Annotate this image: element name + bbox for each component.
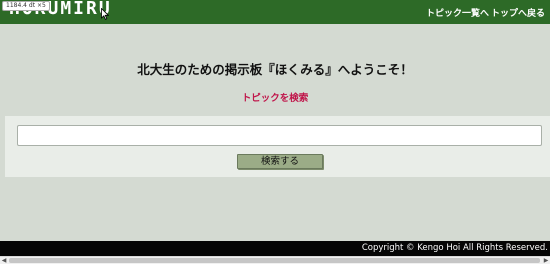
search-section-title: トピックを検索 — [241, 93, 309, 104]
scrollbar-thumb[interactable] — [9, 258, 540, 263]
scroll-right-arrow-icon[interactable]: ▶ — [542, 257, 550, 264]
navbar: HOKUMIRU 1184.4 dt ×5 トピック一覧へ トップへ戻る — [0, 0, 550, 24]
search-button[interactable]: 検索する — [237, 154, 323, 169]
search-panel: 検索する — [5, 116, 550, 177]
size-tooltip: 1184.4 dt ×5 — [2, 1, 50, 11]
search-input[interactable] — [17, 125, 542, 146]
welcome-heading: 北大生のための掲示板『ほくみる』へようこそ！ — [137, 62, 413, 77]
footer: Copyright © Kengo Hoi All Rights Reserve… — [0, 241, 550, 256]
nav-back-to-top-link[interactable]: トップへ戻る — [491, 6, 545, 19]
nav-topic-list-link[interactable]: トピック一覧へ — [426, 6, 489, 19]
scroll-left-arrow-icon[interactable]: ◀ — [0, 257, 8, 264]
mouse-pointer-icon — [101, 8, 109, 20]
horizontal-scrollbar[interactable]: ◀ ▶ — [0, 256, 550, 264]
copyright-text: Copyright © Kengo Hoi All Rights Reserve… — [361, 243, 548, 253]
